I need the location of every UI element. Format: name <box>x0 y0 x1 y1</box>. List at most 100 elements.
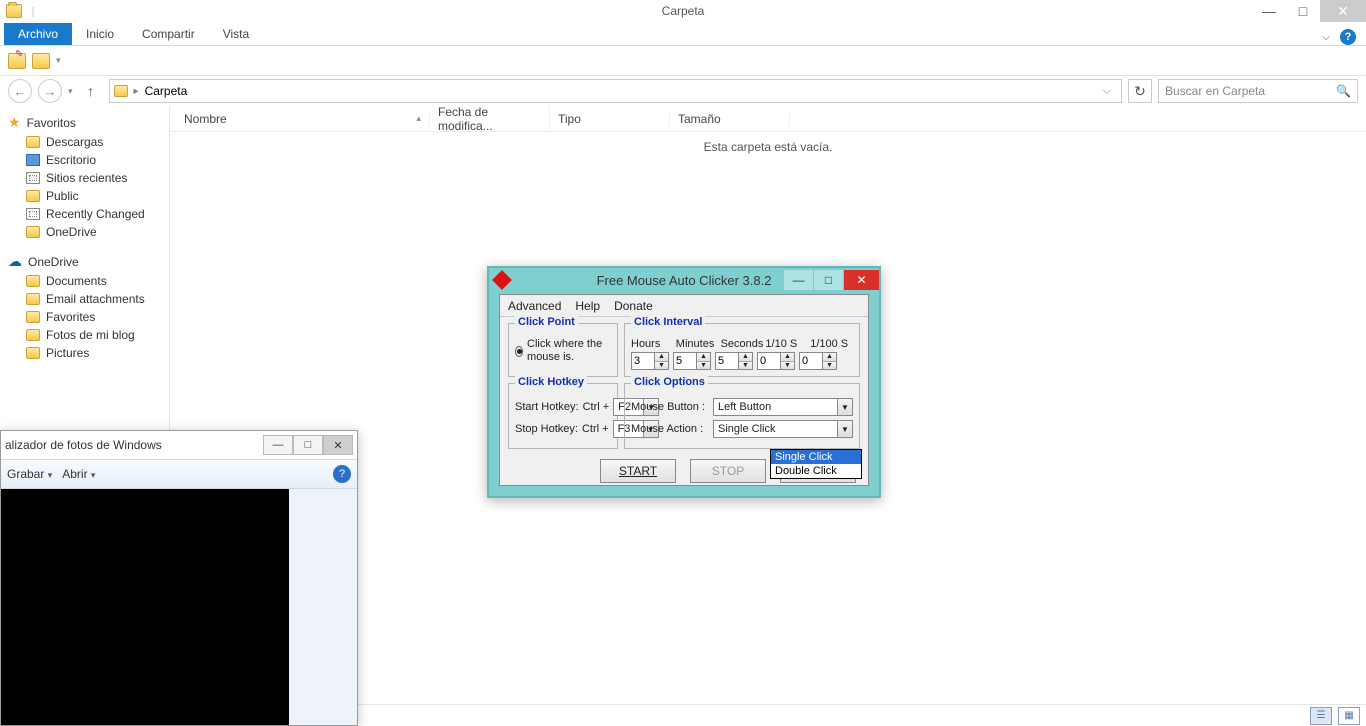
sidebar-item-favorites[interactable]: Favorites <box>0 308 169 326</box>
nav-bar: ← → ▾ ↑ ▸ Carpeta ⌵ ↻ Buscar en Carpeta … <box>0 76 1366 106</box>
folder-icon[interactable] <box>32 53 50 69</box>
minutes-input[interactable] <box>673 352 697 370</box>
address-bar[interactable]: ▸ Carpeta ⌵ <box>109 79 1122 103</box>
start-hotkey-mod: Ctrl + <box>583 401 610 413</box>
pv-grabar-menu[interactable]: Grabar ▾ <box>7 467 52 481</box>
tenth-spinner[interactable]: ▲▼ <box>757 352 795 370</box>
sidebar-item-documents[interactable]: Documents <box>0 272 169 290</box>
close-button[interactable]: ✕ <box>1320 0 1366 22</box>
radio-click-where-mouse[interactable]: Click where the mouse is. <box>515 338 611 364</box>
sidebar-item-onedrive-fav[interactable]: OneDrive <box>0 223 169 241</box>
forward-button[interactable]: → <box>38 79 62 103</box>
search-input[interactable]: Buscar en Carpeta 🔍 <box>1158 79 1358 103</box>
sidebar-item-escritorio[interactable]: Escritorio <box>0 151 169 169</box>
clicker-close-button[interactable]: ✕ <box>843 270 879 290</box>
minutes-spinner[interactable]: ▲▼ <box>673 352 711 370</box>
col-size[interactable]: Tamaño <box>670 112 790 126</box>
sidebar-item-email-attachments[interactable]: Email attachments <box>0 290 169 308</box>
hundredth-input[interactable] <box>799 352 823 370</box>
hundredth-spinner[interactable]: ▲▼ <box>799 352 837 370</box>
clicker-minimize-button[interactable]: — <box>783 270 813 290</box>
column-headers: Nombre▴ Fecha de modifica... Tipo Tamaño <box>170 106 1366 132</box>
sidebar-item-sitios-recientes[interactable]: Sitios recientes <box>0 169 169 187</box>
tab-view[interactable]: Vista <box>209 23 263 45</box>
col-type[interactable]: Tipo <box>550 112 670 126</box>
maximize-button[interactable]: □ <box>1286 0 1320 22</box>
radio-icon <box>515 346 523 357</box>
mouse-button-combo[interactable]: Left Button▼ <box>713 398 853 416</box>
view-details-button[interactable]: ☰ <box>1310 707 1332 725</box>
star-icon: ★ <box>8 114 21 131</box>
sidebar-item-pictures[interactable]: Pictures <box>0 344 169 362</box>
click-interval-legend: Click Interval <box>631 316 705 328</box>
hours-input[interactable] <box>631 352 655 370</box>
group-click-interval: Click Interval Hours Minutes Seconds 1/1… <box>624 323 860 377</box>
clicker-body: Advanced Help Donate Click Point Click w… <box>499 294 869 486</box>
dropdown-option-double[interactable]: Double Click <box>771 464 861 478</box>
up-button[interactable]: ↑ <box>79 79 103 103</box>
clicker-menu: Advanced Help Donate <box>500 295 868 317</box>
pv-abrir-menu[interactable]: Abrir ▾ <box>62 467 95 481</box>
hours-spinner[interactable]: ▲▼ <box>631 352 669 370</box>
tenth-input[interactable] <box>757 352 781 370</box>
recent-icon <box>26 172 40 184</box>
clicker-titlebar[interactable]: Free Mouse Auto Clicker 3.8.2 — □ ✕ <box>489 268 879 292</box>
photo-viewer-title: alizador de fotos de Windows <box>5 438 162 452</box>
folder-icon <box>114 85 128 97</box>
menu-advanced[interactable]: Advanced <box>508 299 561 313</box>
cloud-icon: ☁ <box>8 253 22 270</box>
sidebar-item-fotos-blog[interactable]: Fotos de mi blog <box>0 326 169 344</box>
photo-viewer-titlebar[interactable]: alizador de fotos de Windows — □ ✕ <box>1 431 357 459</box>
pv-help-icon[interactable]: ? <box>333 465 351 483</box>
chevron-down-icon[interactable]: ⌵ <box>1103 85 1111 98</box>
dropdown-option-single[interactable]: Single Click <box>771 450 861 464</box>
minimize-button[interactable]: — <box>1252 0 1286 22</box>
chevron-right-icon: ▸ <box>134 86 139 97</box>
start-button[interactable]: START <box>600 459 676 483</box>
pv-minimize-button[interactable]: — <box>263 435 293 455</box>
ribbon-expand-icon[interactable]: ⌵ <box>1322 32 1330 43</box>
sort-caret-icon: ▴ <box>416 113 421 124</box>
pv-maximize-button[interactable]: □ <box>293 435 323 455</box>
pv-close-button[interactable]: ✕ <box>323 435 353 455</box>
sidebar-onedrive-header[interactable]: ☁OneDrive <box>0 251 169 272</box>
new-item-icon[interactable] <box>8 53 26 69</box>
sidebar-favorites-header[interactable]: ★Favoritos <box>0 112 169 133</box>
sidebar-item-public[interactable]: Public <box>0 187 169 205</box>
folder-icon <box>26 275 40 287</box>
menu-help[interactable]: Help <box>575 299 600 313</box>
start-hotkey-label: Start Hotkey: <box>515 401 579 413</box>
photo-viewer-canvas <box>1 489 291 725</box>
click-point-legend: Click Point <box>515 316 578 328</box>
tab-home[interactable]: Inicio <box>72 23 128 45</box>
ruby-icon <box>492 270 512 290</box>
title-divider: ｜ <box>28 4 38 19</box>
seconds-input[interactable] <box>715 352 739 370</box>
desktop-icon <box>26 154 40 166</box>
view-thumbnails-button[interactable]: ▦ <box>1338 707 1360 725</box>
seconds-spinner[interactable]: ▲▼ <box>715 352 753 370</box>
history-dropdown-icon[interactable]: ▾ <box>68 86 73 97</box>
sidebar-item-recently-changed[interactable]: Recently Changed <box>0 205 169 223</box>
tab-file[interactable]: Archivo <box>4 23 72 45</box>
back-button[interactable]: ← <box>8 79 32 103</box>
breadcrumb[interactable]: Carpeta <box>145 84 188 98</box>
mouse-action-combo[interactable]: Single Click▼ <box>713 420 853 438</box>
mouse-action-dropdown[interactable]: Single Click Double Click <box>770 449 862 479</box>
stop-hotkey-mod: Ctrl + <box>582 423 609 435</box>
col-name[interactable]: Nombre▴ <box>170 112 430 126</box>
tab-share[interactable]: Compartir <box>128 23 209 45</box>
col-modified[interactable]: Fecha de modifica... <box>430 105 550 133</box>
stop-button[interactable]: STOP <box>690 459 766 483</box>
menu-donate[interactable]: Donate <box>614 299 653 313</box>
photo-viewer-window: alizador de fotos de Windows — □ ✕ Graba… <box>0 430 358 726</box>
folder-icon <box>26 136 40 148</box>
refresh-button[interactable]: ↻ <box>1128 79 1152 103</box>
clicker-title: Free Mouse Auto Clicker 3.8.2 <box>597 273 772 288</box>
clicker-maximize-button[interactable]: □ <box>813 270 843 290</box>
help-icon[interactable]: ? <box>1340 29 1356 45</box>
search-placeholder: Buscar en Carpeta <box>1165 84 1265 98</box>
auto-clicker-window: Free Mouse Auto Clicker 3.8.2 — □ ✕ Adva… <box>487 266 881 498</box>
sidebar-item-descargas[interactable]: Descargas <box>0 133 169 151</box>
quickbar-dropdown-icon[interactable]: ▾ <box>56 55 61 66</box>
